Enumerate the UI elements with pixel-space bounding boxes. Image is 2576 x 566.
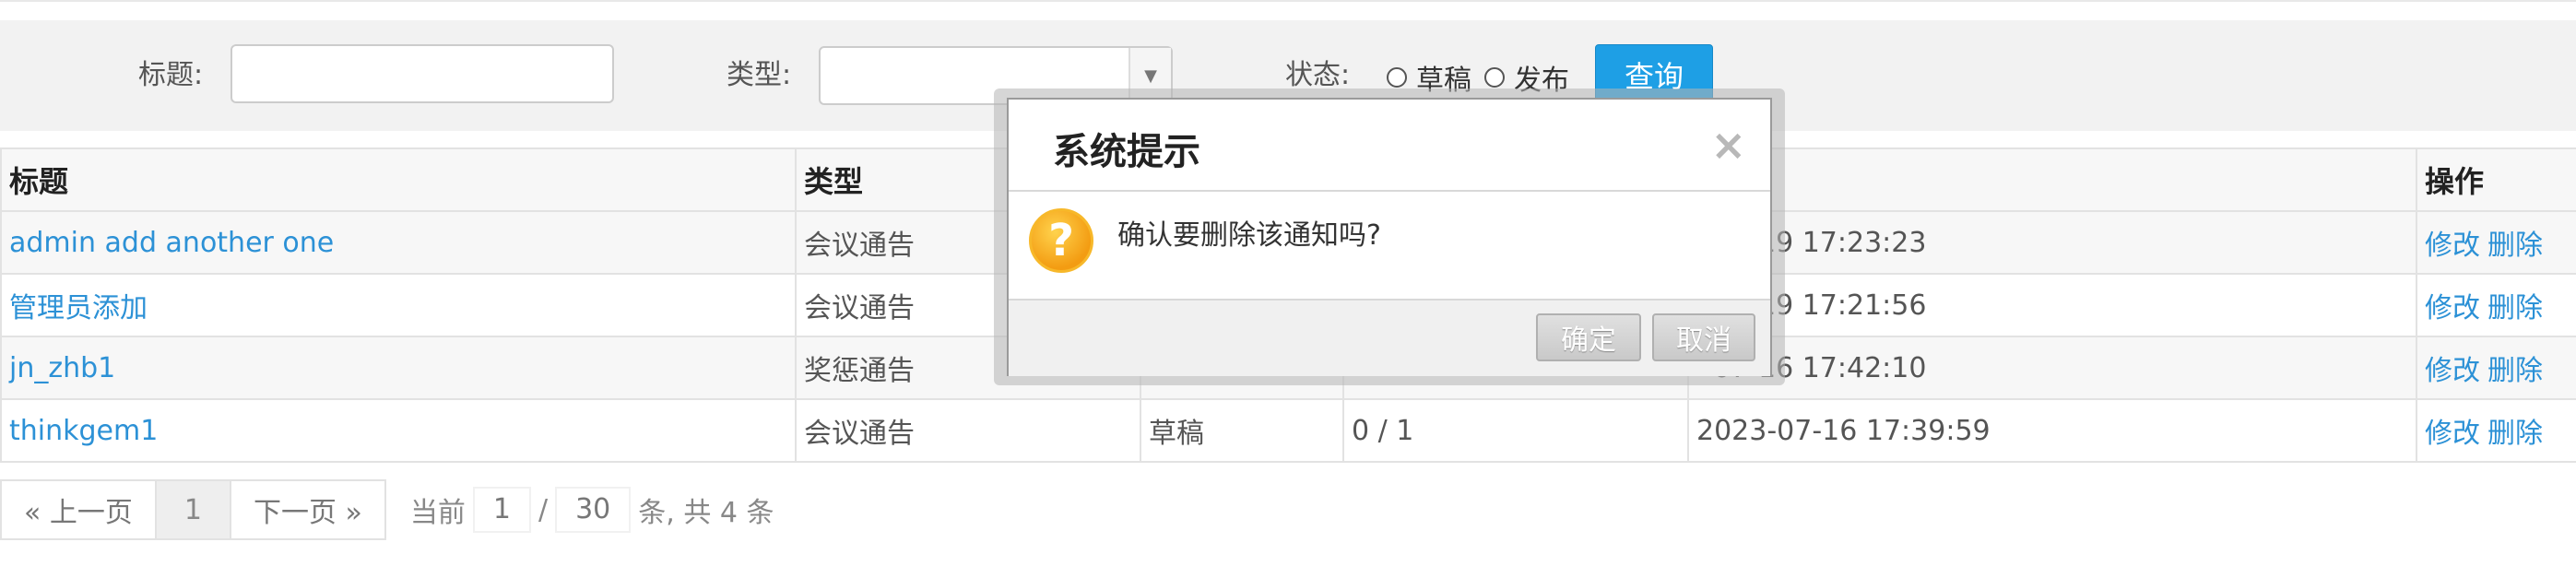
edit-link[interactable]: 修改 bbox=[2425, 355, 2480, 387]
top-divider bbox=[0, 0, 2576, 2]
type-filter-label: 类型: bbox=[727, 59, 792, 91]
confirm-dialog: 系统提示 × ? 确认要删除该通知吗? 确定 取消 bbox=[1007, 98, 1772, 376]
page-size-input[interactable]: 30 bbox=[555, 487, 632, 533]
notice-title-link[interactable]: jn_zhb1 bbox=[9, 352, 115, 384]
table-row: thinkgem1 会议通告 草稿 0 / 1 2023-07-16 17:39… bbox=[0, 398, 2576, 463]
radio-circle-icon[interactable] bbox=[1484, 67, 1505, 88]
title-filter-label: 标题: bbox=[138, 59, 204, 91]
radio-circle-icon[interactable] bbox=[1387, 67, 1407, 88]
pagination: « 上一页 1 下一页 » 当前 1 / 30 条, 共 4 条 bbox=[0, 479, 774, 540]
notice-time-cell: 2023-07-16 17:39:59 bbox=[1687, 398, 2417, 463]
column-header-time[interactable]: 时间 bbox=[1687, 147, 2417, 212]
notice-read-cell: 0 / 1 bbox=[1342, 398, 1689, 463]
dialog-title: 系统提示 bbox=[1053, 131, 1200, 173]
close-icon[interactable]: × bbox=[1710, 120, 1746, 170]
notice-type-cell: 会议通告 bbox=[795, 398, 1141, 463]
notice-status-cell: 草稿 bbox=[1140, 398, 1344, 463]
page-number-input[interactable]: 1 bbox=[472, 487, 531, 533]
delete-link[interactable]: 删除 bbox=[2487, 230, 2543, 262]
cancel-button[interactable]: 取消 bbox=[1652, 313, 1755, 361]
next-page-button[interactable]: 下一页 » bbox=[229, 479, 386, 540]
column-header-actions: 操作 bbox=[2416, 147, 2576, 212]
delete-link[interactable]: 删除 bbox=[2487, 292, 2543, 324]
delete-link[interactable]: 删除 bbox=[2487, 355, 2543, 387]
notice-time-cell: 07-19 17:21:56 bbox=[1687, 273, 2417, 337]
notice-title-link[interactable]: thinkgem1 bbox=[9, 415, 158, 447]
notice-title-link[interactable]: admin add another one bbox=[9, 227, 334, 259]
edit-link[interactable]: 修改 bbox=[2425, 230, 2480, 262]
current-page-button[interactable]: 1 bbox=[154, 479, 231, 540]
edit-link[interactable]: 修改 bbox=[2425, 418, 2480, 450]
page-info-suffix: 条, 共 4 条 bbox=[638, 497, 774, 529]
question-icon: ? bbox=[1029, 208, 1093, 273]
page: 标题: 类型: ▼ 状态: 草稿 发布 查询 标题 类型 操作 admin ad… bbox=[0, 0, 2576, 566]
page-info-slash: / bbox=[538, 493, 549, 526]
edit-link[interactable]: 修改 bbox=[2425, 292, 2480, 324]
page-info: 当前 1 / 30 条, 共 4 条 bbox=[384, 479, 774, 540]
dialog-message: 确认要删除该通知吗? bbox=[1117, 219, 1381, 252]
title-filter-input[interactable] bbox=[230, 44, 614, 103]
column-header-title[interactable]: 标题 bbox=[0, 147, 797, 212]
notice-time-cell: 07-16 17:42:10 bbox=[1687, 336, 2417, 400]
dialog-footer: 确定 取消 bbox=[1009, 299, 1770, 376]
prev-page-button[interactable]: « 上一页 bbox=[0, 479, 157, 540]
page-info-prefix: 当前 bbox=[409, 497, 466, 529]
dialog-header: 系统提示 × bbox=[1009, 100, 1770, 192]
delete-link[interactable]: 删除 bbox=[2487, 418, 2543, 450]
dialog-body: ? 确认要删除该通知吗? bbox=[1009, 192, 1770, 284]
notice-title-link[interactable]: 管理员添加 bbox=[9, 292, 148, 324]
notice-time-cell: 07-19 17:23:23 bbox=[1687, 210, 2417, 275]
confirm-button[interactable]: 确定 bbox=[1536, 313, 1641, 361]
